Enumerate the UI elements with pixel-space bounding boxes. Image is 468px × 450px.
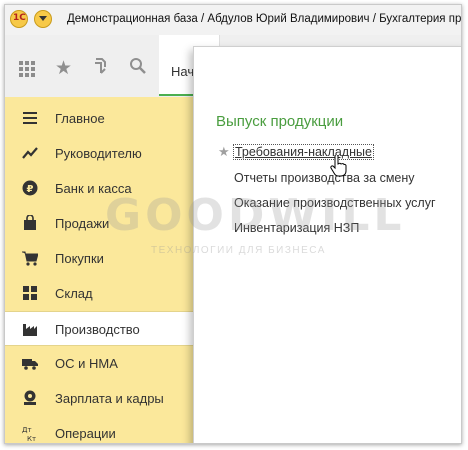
sidebar-item-label: Покупки [55, 251, 104, 266]
ruble-coin-icon: ₽ [22, 180, 38, 196]
sidebar-item-label: Банк и касса [55, 181, 132, 196]
link-requisitions[interactable]: Требования-накладные [233, 144, 374, 160]
favorite-star-icon[interactable]: ★ [218, 144, 230, 160]
panel-title: Выпуск продукции [216, 113, 344, 130]
apps-icon[interactable] [19, 61, 35, 77]
search-icon[interactable] [129, 57, 147, 78]
warehouse-grid-icon [22, 285, 38, 301]
shopping-cart-icon [22, 250, 39, 266]
sidebar-item-label: Склад [55, 286, 93, 301]
title-bar: 1С Демонстрационная база / Абдулов Юрий … [5, 5, 461, 36]
sidebar-item-label: ОС и НМА [55, 356, 118, 371]
sidebar-item-label: Операции [55, 426, 116, 441]
shopping-bag-icon [22, 214, 38, 231]
sidebar-item-label: Главное [55, 111, 105, 126]
sidebar-item-warehouse[interactable]: Склад [5, 276, 193, 311]
sections-sidebar: Главное Руководителю ₽ Банк и касса Прод… [5, 97, 193, 443]
app-logo-icon[interactable]: 1С [10, 10, 28, 28]
factory-icon [22, 321, 38, 337]
sidebar-item-label: Зарплата и кадры [55, 391, 164, 406]
sidebar-item-operations[interactable]: Дт Кт Операции [5, 416, 193, 443]
people-icon [22, 390, 38, 406]
sidebar-item-sales[interactable]: Продажи [5, 206, 193, 241]
dt-kt-icon: Дт Кт [22, 425, 38, 443]
main-menu-button[interactable] [34, 10, 52, 28]
app-window: 1С Демонстрационная база / Абдулов Юрий … [4, 4, 462, 444]
tab-home-label: Нач [171, 64, 195, 79]
truck-icon [22, 355, 38, 371]
menu-lines-icon [22, 110, 38, 126]
history-icon[interactable] [91, 57, 109, 80]
sidebar-item-salary[interactable]: Зарплата и кадры [5, 381, 193, 416]
sidebar-item-label: Продажи [55, 216, 110, 231]
sidebar-item-label: Руководителю [55, 146, 142, 161]
sidebar-item-production[interactable]: Производство [5, 311, 193, 346]
trend-chart-icon [22, 145, 38, 161]
sidebar-item-main[interactable]: Главное [5, 101, 193, 136]
sidebar-item-bank[interactable]: ₽ Банк и касса [5, 171, 193, 206]
section-panel: Выпуск продукции ★ Требования-накладные … [193, 46, 461, 443]
link-production-services[interactable]: Оказание производственных услуг [234, 196, 436, 210]
sidebar-item-manager[interactable]: Руководителю [5, 136, 193, 171]
svg-text:₽: ₽ [27, 184, 34, 195]
sidebar-item-fixed-assets[interactable]: ОС и НМА [5, 346, 193, 381]
star-icon[interactable]: ★ [55, 57, 72, 80]
svg-text:Дт: Дт [22, 426, 32, 434]
hand-cursor-icon [329, 154, 347, 177]
chevron-down-icon [39, 16, 47, 21]
sidebar-item-label: Производство [55, 322, 140, 337]
svg-text:Кт: Кт [27, 435, 36, 443]
link-wip-inventory[interactable]: Инвентаризация НЗП [234, 221, 359, 235]
window-title: Демонстрационная база / Абдулов Юрий Вла… [67, 13, 462, 25]
sidebar-item-purchases[interactable]: Покупки [5, 241, 193, 276]
link-shift-reports[interactable]: Отчеты производства за смену [234, 171, 415, 185]
